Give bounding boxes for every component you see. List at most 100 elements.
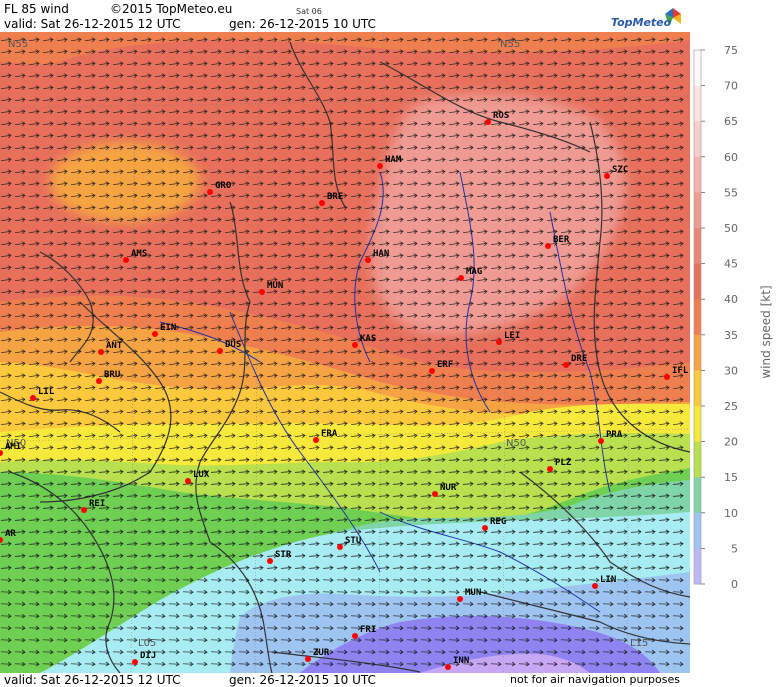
legend-tick-label: 25 [724, 400, 738, 413]
legend-swatch [694, 370, 701, 407]
city-dot [563, 362, 569, 368]
city-label: NUR [440, 483, 457, 493]
legend-swatch [694, 192, 701, 229]
city-label: DUS [225, 340, 241, 350]
city-dot [305, 656, 311, 662]
city-dot [598, 438, 604, 444]
legend-tick-label: 35 [724, 329, 738, 342]
legend-tick-label: 45 [724, 258, 738, 271]
city-label: DIJ [140, 651, 156, 661]
legend-title: wind speed [kt] [759, 285, 773, 378]
city-dot [152, 331, 158, 337]
city-dot [496, 339, 502, 345]
legend-swatch [694, 548, 701, 585]
lat-label: N55 [8, 39, 28, 50]
city-label: PLZ [555, 458, 572, 468]
city-dot [217, 348, 223, 354]
legend-tick-label: 20 [724, 436, 738, 449]
valid-time: valid: Sat 26-12-2015 12 UTC [4, 17, 181, 31]
city-dot [365, 257, 371, 263]
city-dot [81, 507, 87, 513]
city-label: MAG [466, 267, 482, 277]
city-dot [319, 200, 325, 206]
generated-time: gen: 26-12-2015 10 UTC [229, 17, 376, 31]
chart-title: FL 85 wind [4, 2, 69, 16]
city-dot [458, 275, 464, 281]
city-label: MUN [465, 588, 481, 598]
city-dot [96, 378, 102, 384]
city-dot [185, 478, 191, 484]
city-label: LUX [193, 470, 210, 480]
city-dot [98, 349, 104, 355]
legend-tick-label: 70 [724, 80, 738, 93]
wind-chart-window: FL 85 wind ©2015 TopMeteo.eu Sat 06 vali… [0, 0, 781, 687]
city-label: FRI [360, 625, 376, 635]
city-label: INN [453, 656, 469, 666]
city-dot [429, 368, 435, 374]
city-dot [664, 374, 670, 380]
city-label: HAN [373, 249, 389, 259]
legend-swatch [694, 228, 701, 265]
city-label: HAM [385, 155, 402, 165]
city-dot [457, 596, 463, 602]
city-label: SZC [612, 165, 628, 175]
city-label: PRA [606, 430, 623, 440]
lat-label: L15 [630, 638, 648, 649]
city-dot [377, 163, 383, 169]
city-label: REG [490, 517, 506, 527]
legend-swatch [694, 406, 701, 443]
legend-swatch [694, 50, 701, 87]
city-dot [207, 189, 213, 195]
city-dot [30, 395, 36, 401]
city-label: LIN [600, 575, 616, 585]
lat-label: N55 [500, 39, 520, 50]
city-label: IFL [672, 366, 689, 376]
legend-swatch [694, 121, 701, 158]
city-dot [267, 558, 273, 564]
city-dot [547, 466, 553, 472]
legend-tick-label: 5 [731, 542, 738, 555]
city-label: ANT [106, 341, 123, 351]
topmeteo-logo[interactable]: TopMeteo [607, 4, 687, 32]
legend-tick-label: 75 [724, 44, 738, 57]
chart-header: FL 85 wind ©2015 TopMeteo.eu Sat 06 vali… [0, 0, 690, 32]
city-dot [592, 583, 598, 589]
city-label: BRE [327, 192, 343, 202]
wind-map[interactable]: N55 N55 N50 N50 L05 L15 ROS HAM SZC GRO BRE B… [0, 32, 690, 673]
legend-swatch [694, 263, 701, 300]
footer-generated-time: gen: 26-12-2015 10 UTC [229, 673, 376, 687]
legend-tick-label: 50 [724, 222, 738, 235]
legend-tick-label: 0 [731, 578, 738, 591]
city-label: BRU [104, 370, 120, 380]
city-dot [352, 633, 358, 639]
city-dot [123, 257, 129, 263]
legend-tick-label: 65 [724, 115, 738, 128]
legend-swatch [694, 85, 701, 122]
logo-text: TopMeteo [611, 16, 672, 29]
legend-swatch [694, 512, 701, 549]
lat-label: L05 [138, 638, 156, 649]
city-label: AMI [5, 442, 21, 452]
city-label: REI [89, 499, 105, 509]
legend-swatch [694, 441, 701, 478]
legend-colorbar: 757065605550454035302520151050wind speed… [693, 44, 773, 591]
legend-tick-label: 40 [724, 293, 738, 306]
city-dot [482, 525, 488, 531]
city-label: LEI [504, 331, 520, 341]
city-label: ERF [437, 360, 453, 370]
city-label: AR [5, 529, 16, 539]
city-dot [604, 173, 610, 179]
city-label: EIN [160, 323, 176, 333]
chart-footer: valid: Sat 26-12-2015 12 UTC gen: 26-12-… [0, 673, 690, 687]
city-label: ROS [493, 111, 509, 121]
wind-map-canvas: N55 N55 N50 N50 L05 L15 ROSHAMSZCGROBREB… [0, 32, 690, 673]
legend-swatch [694, 334, 701, 371]
city-label: STU [345, 536, 361, 546]
city-dot [313, 437, 319, 443]
city-dot [485, 119, 491, 125]
city-label: GRO [215, 181, 232, 191]
legend-tick-label: 55 [724, 186, 738, 199]
legend-tick-label: 30 [724, 364, 738, 377]
legend-swatch [694, 299, 701, 336]
disclaimer-text: not for air navigation purposes [510, 673, 680, 686]
